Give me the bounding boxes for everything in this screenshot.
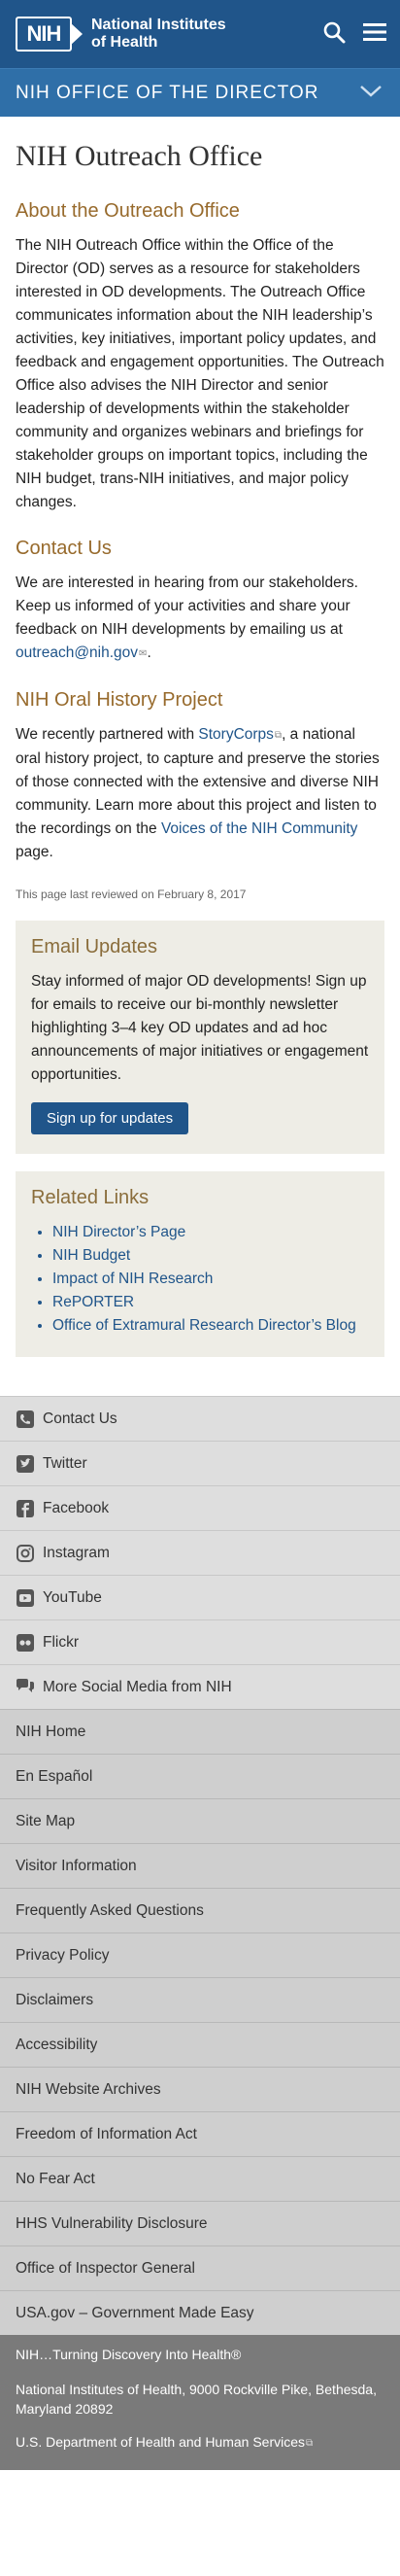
contact-email-link[interactable]: outreach@nih.gov✉ bbox=[16, 644, 147, 661]
email-updates-text: Stay informed of major OD developments! … bbox=[31, 973, 369, 1083]
storycorps-link[interactable]: StoryCorps⧉ bbox=[198, 726, 282, 743]
about-text: The NIH Outreach Office within the Offic… bbox=[16, 237, 384, 510]
footer-link-faq[interactable]: Frequently Asked Questions bbox=[0, 1888, 400, 1932]
site-footer: Contact Us Twitter Facebook Instagram Yo… bbox=[0, 1396, 400, 2470]
logo-text: National Institutes of Health bbox=[91, 17, 226, 52]
footer-link-disclaimers[interactable]: Disclaimers bbox=[0, 1977, 400, 2022]
oral-text-3: page. bbox=[16, 844, 53, 860]
phone-icon bbox=[16, 1410, 35, 1429]
related-links-list: NIH Director’s Page NIH Budget Impact of… bbox=[31, 1221, 369, 1338]
nih-logo[interactable]: NIH National Institutes of Health bbox=[16, 17, 226, 52]
related-link-item: NIH Budget bbox=[52, 1244, 369, 1268]
instagram-icon bbox=[16, 1544, 35, 1563]
footer-link-accessibility[interactable]: Accessibility bbox=[0, 2022, 400, 2067]
footer-more-social[interactable]: More Social Media from NIH bbox=[0, 1664, 400, 1709]
header-actions bbox=[322, 20, 386, 48]
chat-icon bbox=[16, 1678, 35, 1697]
section-bar[interactable]: NIH OFFICE OF THE DIRECTOR bbox=[0, 68, 400, 117]
related-link-reporter[interactable]: RePORTER bbox=[52, 1294, 134, 1310]
footer-bottom: NIH…Turning Discovery Into Health® Natio… bbox=[0, 2335, 400, 2470]
related-link-directors-page[interactable]: NIH Director’s Page bbox=[52, 1224, 185, 1240]
related-link-nih-budget[interactable]: NIH Budget bbox=[52, 1247, 130, 1264]
page-title: NIH Outreach Office bbox=[16, 140, 263, 172]
logo-line-2: of Health bbox=[91, 34, 158, 51]
flickr-icon bbox=[16, 1633, 35, 1653]
external-link-icon: ⧉ bbox=[274, 730, 283, 741]
site-header: NIH National Institutes of Health NIH OF… bbox=[0, 0, 400, 117]
footer-link-en-espanol[interactable]: En Español bbox=[0, 1754, 400, 1798]
external-link-icon: ⧉ bbox=[306, 2438, 314, 2449]
footer-link-nih-home[interactable]: NIH Home bbox=[0, 1709, 400, 1754]
footer-flickr[interactable]: Flickr bbox=[0, 1619, 400, 1664]
footer-link-privacy[interactable]: Privacy Policy bbox=[0, 1932, 400, 1977]
oral-history-heading: NIH Oral History Project bbox=[16, 689, 223, 711]
footer-twitter[interactable]: Twitter bbox=[0, 1441, 400, 1485]
footer-facebook-label: Facebook bbox=[43, 1499, 110, 1516]
email-updates-box: Email Updates Stay informed of major OD … bbox=[16, 921, 384, 1154]
related-link-oer-blog[interactable]: Office of Extramural Research Director’s… bbox=[52, 1317, 356, 1334]
logo-line-1: National Institutes bbox=[91, 17, 226, 33]
related-link-item: Office of Extramural Research Director’s… bbox=[52, 1314, 369, 1338]
footer-youtube-label: YouTube bbox=[43, 1588, 102, 1606]
facebook-icon bbox=[16, 1499, 35, 1518]
email-updates-heading: Email Updates bbox=[31, 936, 158, 957]
related-link-impact[interactable]: Impact of NIH Research bbox=[52, 1271, 213, 1287]
top-bar: NIH National Institutes of Health bbox=[0, 0, 400, 68]
footer-link-archives[interactable]: NIH Website Archives bbox=[0, 2067, 400, 2111]
search-icon[interactable] bbox=[322, 20, 346, 48]
main-content: NIH Outreach Office About the Outreach O… bbox=[0, 117, 400, 1357]
footer-facebook[interactable]: Facebook bbox=[0, 1485, 400, 1530]
nih-logo-badge: NIH bbox=[16, 17, 83, 52]
footer-link-site-map[interactable]: Site Map bbox=[0, 1798, 400, 1843]
footer-link-no-fear-act[interactable]: No Fear Act bbox=[0, 2156, 400, 2201]
section-title: NIH OFFICE OF THE DIRECTOR bbox=[16, 82, 319, 103]
voices-link[interactable]: Voices of the NIH Community bbox=[161, 820, 357, 837]
footer-contact-us-label: Contact Us bbox=[43, 1410, 117, 1427]
footer-contact-us[interactable]: Contact Us bbox=[0, 1396, 400, 1441]
related-links-box: Related Links NIH Director’s Page NIH Bu… bbox=[16, 1171, 384, 1357]
footer-instagram[interactable]: Instagram bbox=[0, 1530, 400, 1575]
footer-flickr-label: Flickr bbox=[43, 1633, 80, 1651]
related-links-heading: Related Links bbox=[31, 1187, 150, 1208]
hhs-label: U.S. Department of Health and Human Serv… bbox=[16, 2434, 306, 2450]
footer-youtube[interactable]: YouTube bbox=[0, 1575, 400, 1619]
footer-more-social-label: More Social Media from NIH bbox=[43, 1678, 232, 1695]
twitter-icon bbox=[16, 1454, 35, 1474]
footer-link-usa-gov[interactable]: USA.gov – Government Made Easy bbox=[0, 2290, 400, 2335]
last-reviewed: This page last reviewed on February 8, 2… bbox=[16, 888, 247, 901]
footer-address: National Institutes of Health, 9000 Rock… bbox=[16, 2382, 377, 2417]
footer-tagline: NIH…Turning Discovery Into Health® bbox=[16, 2347, 242, 2362]
contact-heading: Contact Us bbox=[16, 538, 112, 559]
mail-icon: ✉ bbox=[139, 648, 148, 659]
footer-twitter-label: Twitter bbox=[43, 1454, 87, 1472]
oral-text-1: We recently partnered with bbox=[16, 726, 195, 743]
footer-link-oig[interactable]: Office of Inspector General bbox=[0, 2245, 400, 2290]
related-link-item: NIH Director’s Page bbox=[52, 1221, 369, 1244]
contact-text: We are interested in hearing from our st… bbox=[16, 574, 358, 661]
related-link-item: RePORTER bbox=[52, 1291, 369, 1314]
about-heading: About the Outreach Office bbox=[16, 200, 240, 222]
hhs-link[interactable]: U.S. Department of Health and Human Serv… bbox=[16, 2434, 313, 2450]
youtube-icon bbox=[16, 1588, 35, 1608]
related-link-item: Impact of NIH Research bbox=[52, 1268, 369, 1291]
storycorps-label: StoryCorps bbox=[198, 726, 274, 743]
sign-up-button[interactable]: Sign up for updates bbox=[31, 1102, 189, 1134]
oral-history-text: We recently partnered with StoryCorps⧉, … bbox=[16, 723, 384, 864]
contact-email: outreach@nih.gov bbox=[16, 644, 139, 661]
footer-link-visitor-info[interactable]: Visitor Information bbox=[0, 1843, 400, 1888]
footer-link-foia[interactable]: Freedom of Information Act bbox=[0, 2111, 400, 2156]
footer-instagram-label: Instagram bbox=[43, 1544, 110, 1561]
logo-abbr: NIH bbox=[26, 21, 62, 46]
footer-link-hhs-vulnerability[interactable]: HHS Vulnerability Disclosure bbox=[0, 2201, 400, 2245]
chevron-down-icon[interactable] bbox=[359, 85, 383, 102]
contact-body: We are interested in hearing from our st… bbox=[16, 574, 358, 638]
menu-icon[interactable] bbox=[363, 21, 386, 47]
